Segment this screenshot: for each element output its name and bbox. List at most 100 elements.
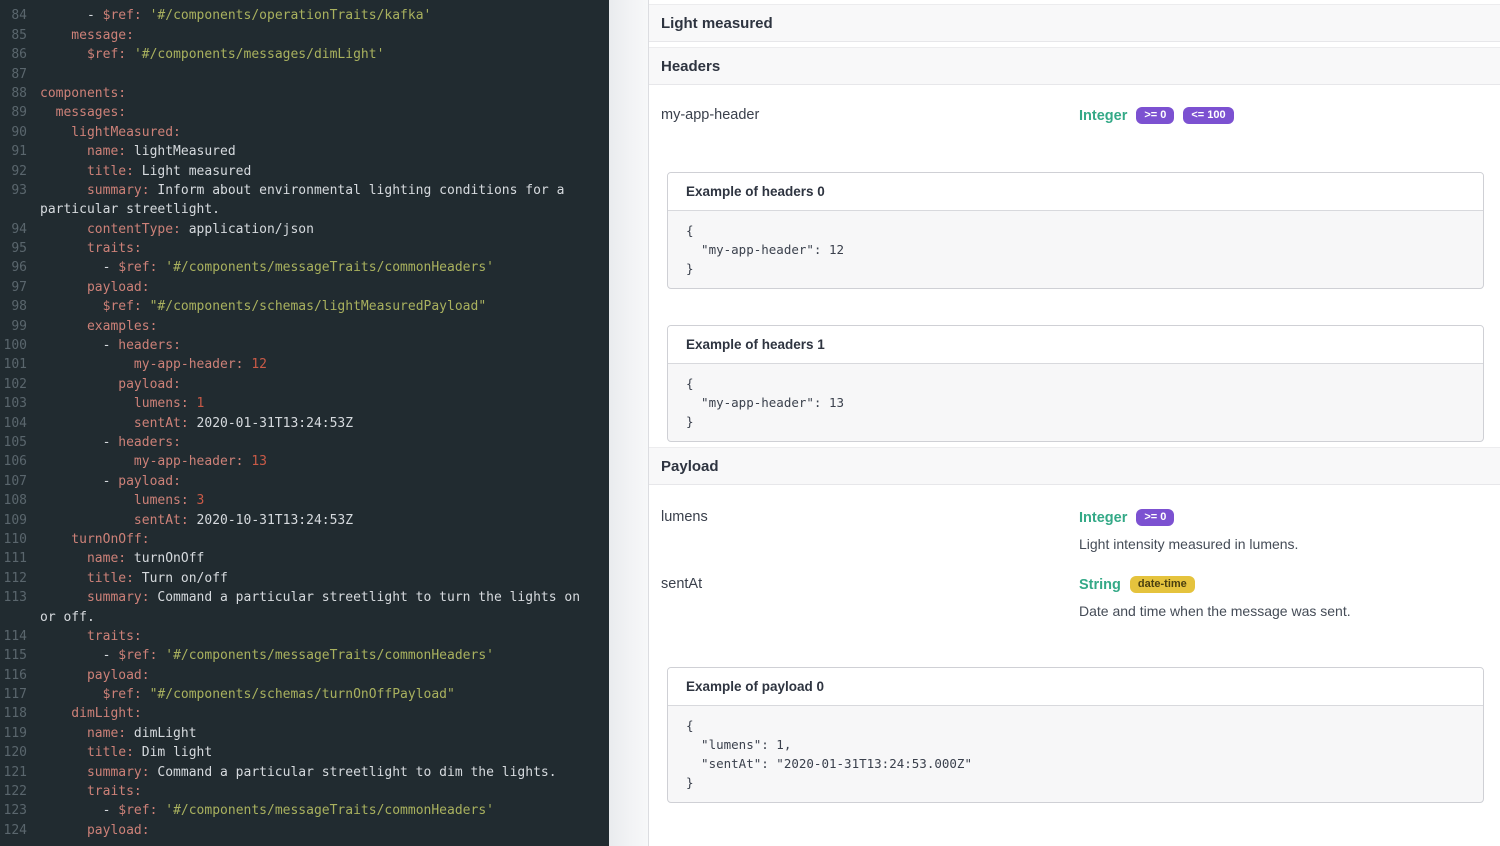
line-number: 103 [0,394,27,413]
example-box: Example of headers 1{ "my-app-header": 1… [667,325,1484,442]
yaml-key: messages: [40,105,126,120]
line-number: 117 [0,685,27,704]
yaml-key: lumens: [40,396,189,411]
line-number: 111 [0,549,27,568]
yaml-plain: Turn on/off [134,571,228,586]
code-line: 106 my-app-header: 13 [0,452,609,471]
yaml-number: 13 [251,454,267,469]
yaml-number: 12 [251,357,267,372]
payload-section: lumensInteger>= 0Light intensity measure… [649,485,1500,803]
yaml-plain: application/json [181,222,314,237]
yaml-key: $ref: [87,47,126,62]
yaml-plain: dimLight [126,726,196,741]
code-line: 116 payload: [0,666,609,685]
code-text: title: Turn on/off [40,569,228,588]
code-line: 97 payload: [0,278,609,297]
code-line: 95 traits: [0,239,609,258]
code-text: payload: [40,375,181,394]
constraint-badge: <= 100 [1183,107,1233,124]
yaml-plain: turnOnOff [126,551,204,566]
yaml-key: my-app-header: [40,357,244,372]
yaml-key: dimLight: [40,706,142,721]
code-text: components: [40,84,126,103]
property-type-line: Stringdate-time [1079,576,1492,593]
line-number: 121 [0,763,27,782]
line-number: 98 [0,297,27,316]
yaml-string: '#/components/messageTraits/commonHeader… [165,803,494,818]
line-number: 100 [0,336,27,355]
code-text: traits: [40,239,142,258]
yaml-key: name: [40,551,126,566]
property-type-line: Integer>= 0<= 100 [1079,107,1492,124]
code-line: 103 lumens: 1 [0,394,609,413]
code-line: 124 payload: [0,821,609,840]
property-description: Date and time when the message was sent. [1079,603,1492,619]
code-text: $ref: '#/components/messages/dimLight' [40,45,384,64]
code-line: 122 traits: [0,782,609,801]
yaml-key: $ref: [118,803,157,818]
code-line: 87 [0,65,609,84]
property-row: sentAtStringdate-timeDate and time when … [657,552,1492,619]
yaml-key: payload: [40,280,150,295]
yaml-key: $ref: [118,260,157,275]
code-text: title: Light measured [40,162,251,181]
yaml-number: 1 [197,396,205,411]
constraint-badge: >= 0 [1136,107,1174,124]
code-line: 104 sentAt: 2020-01-31T13:24:53Z [0,414,609,433]
code-line: 120 title: Dim light [0,743,609,762]
yaml-plain [142,8,150,23]
property-name: my-app-header [661,107,1079,124]
yaml-string: "#/components/schemas/lightMeasuredPaylo… [150,299,487,314]
yaml-key: message: [40,28,134,43]
code-text: name: dimLight [40,724,197,743]
yaml-number: 3 [197,493,205,508]
example-code: { "lumens": 1, "sentAt": "2020-01-31T13:… [668,706,1483,802]
code-line: 105 - headers: [0,433,609,452]
code-text: messages: [40,103,126,122]
yaml-key: $ref: [118,648,157,663]
yaml-plain: - [40,648,118,663]
yaml-key: sentAt: [40,513,189,528]
yaml-key: summary: [40,590,150,605]
example-code: { "my-app-header": 12 } [668,211,1483,288]
code-line: 91 name: lightMeasured [0,142,609,161]
code-editor[interactable]: 83 traits:84 - $ref: '#/components/opera… [0,0,609,846]
message-title-bar: Light measured [649,4,1500,42]
property-type-line: Integer>= 0 [1079,509,1492,526]
line-number: 95 [0,239,27,258]
payload-properties: lumensInteger>= 0Light intensity measure… [657,485,1492,619]
line-number: 122 [0,782,27,801]
yaml-key: lightMeasured: [40,125,181,140]
line-number: 106 [0,452,27,471]
panel-splitter[interactable] [609,0,648,846]
yaml-key: summary: [40,183,150,198]
yaml-string: '#/components/messageTraits/commonHeader… [165,260,494,275]
property-details: Integer>= 0<= 100 [1079,107,1492,124]
line-number: 118 [0,704,27,723]
code-text: lumens: 1 [40,394,204,413]
headers-properties: my-app-headerInteger>= 0<= 100 [657,85,1492,124]
line-number: 91 [0,142,27,161]
headers-section: my-app-headerInteger>= 0<= 100 Example o… [649,85,1500,442]
code-text: - $ref: '#/components/operationTraits/ka… [40,6,431,25]
code-text: turnOnOff: [40,530,150,549]
code-line: 123 - $ref: '#/components/messageTraits/… [0,801,609,820]
line-number: 89 [0,103,27,122]
line-number: 101 [0,355,27,374]
code-line: 109 sentAt: 2020-10-31T13:24:53Z [0,511,609,530]
code-text: title: Dim light [40,743,212,762]
code-line: 101 my-app-header: 12 [0,355,609,374]
line-number: 102 [0,375,27,394]
code-lines: 83 traits:84 - $ref: '#/components/opera… [0,0,609,840]
yaml-key: my-app-header: [40,454,244,469]
yaml-plain: or off. [40,610,95,625]
line-number: 119 [0,724,27,743]
yaml-plain: - [40,8,103,23]
code-text: payload: [40,278,150,297]
line-number: 116 [0,666,27,685]
yaml-plain: 2020-01-31T13:24:53Z [189,416,353,431]
yaml-plain: - [40,435,118,450]
payload-section-bar: Payload [649,447,1500,485]
code-text: payload: [40,666,150,685]
code-text: my-app-header: 12 [40,355,267,374]
